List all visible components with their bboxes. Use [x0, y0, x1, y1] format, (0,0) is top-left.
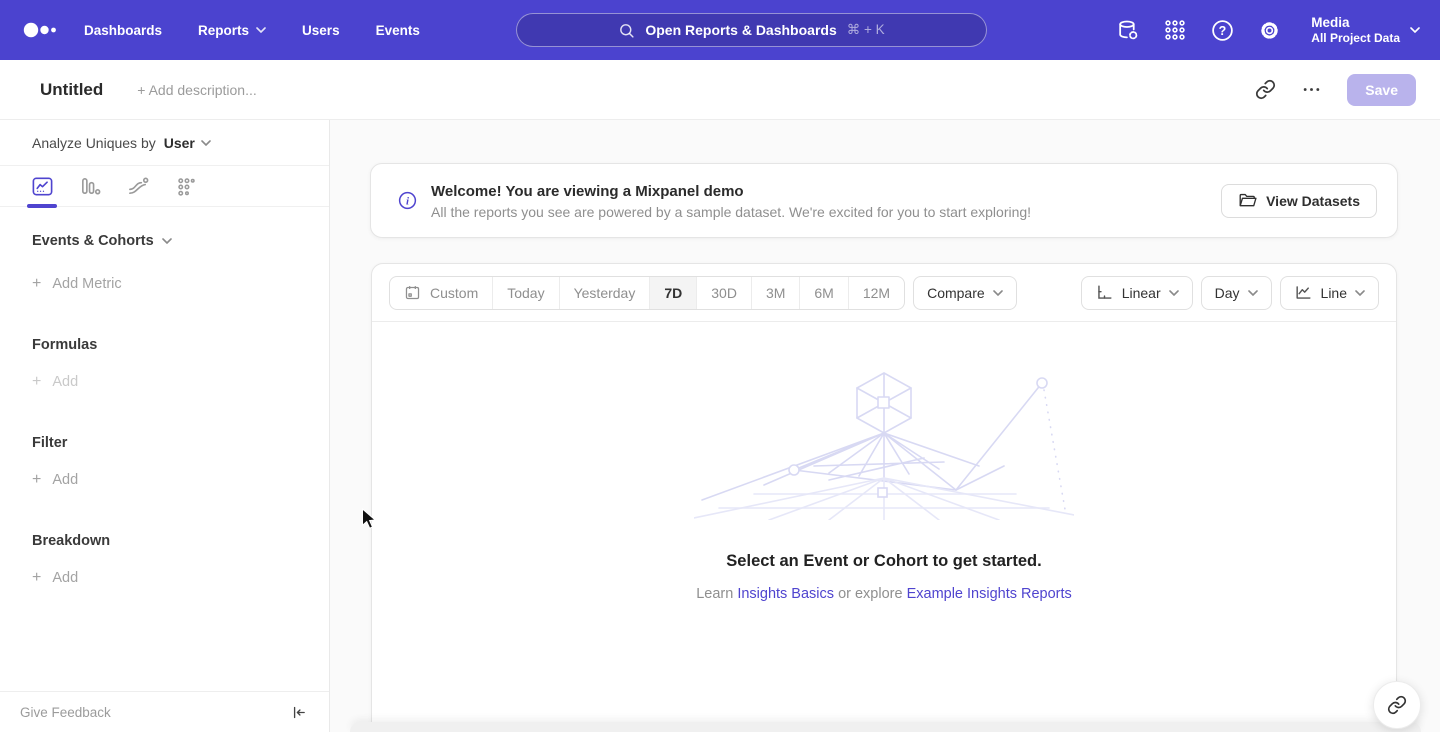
- chevron-down-icon: [1355, 290, 1365, 296]
- query-sidebar: Analyze Uniques by User: [0, 120, 330, 732]
- range-yesterday[interactable]: Yesterday: [559, 277, 650, 309]
- demo-banner: i Welcome! You are viewing a Mixpanel de…: [370, 163, 1398, 238]
- chart-type-dropdown[interactable]: Line: [1280, 276, 1379, 310]
- add-breakdown-button[interactable]: + Add: [32, 569, 329, 587]
- project-scope: All Project Data: [1311, 31, 1400, 46]
- empty-state: Select an Event or Cohort to get started…: [372, 370, 1396, 602]
- copy-link-icon[interactable]: [1255, 79, 1276, 100]
- chevron-down-icon: [1169, 290, 1179, 296]
- svg-text:?: ?: [1218, 23, 1226, 37]
- report-header-actions: Save: [1255, 74, 1416, 106]
- tab-bar-chart-icon[interactable]: [78, 174, 102, 198]
- analyze-value-dropdown[interactable]: User: [164, 135, 211, 151]
- help-icon[interactable]: ?: [1209, 17, 1235, 43]
- analyze-label: Analyze Uniques by: [32, 135, 156, 151]
- range-30d[interactable]: 30D: [696, 277, 751, 309]
- banner-subtitle: All the reports you see are powered by a…: [431, 204, 1031, 220]
- nav-events[interactable]: Events: [376, 23, 420, 38]
- open-folder-icon: [1238, 191, 1257, 210]
- range-7d[interactable]: 7D: [649, 277, 696, 309]
- range-3m[interactable]: 3M: [751, 277, 799, 309]
- info-icon: i: [397, 190, 418, 211]
- more-menu-icon[interactable]: [1302, 80, 1321, 99]
- sidebar-footer: Give Feedback: [0, 691, 329, 732]
- range-custom[interactable]: Custom: [390, 277, 492, 309]
- filter-heading: Filter: [32, 435, 329, 451]
- chevron-down-icon: [1248, 290, 1258, 296]
- sidebar-sections: Events & Cohorts + Add Metric Formulas +…: [0, 233, 329, 587]
- top-nav: Dashboards Reports Users Events Open Rep…: [0, 0, 1440, 60]
- banner-title: Welcome! You are viewing a Mixpanel demo: [431, 181, 1031, 202]
- report-card: Custom Today Yesterday 7D 30D 3M 6M 12M …: [371, 263, 1397, 732]
- nav-reports[interactable]: Reports: [198, 23, 266, 38]
- project-selector[interactable]: Media All Project Data: [1311, 15, 1420, 46]
- compare-dropdown[interactable]: Compare: [913, 276, 1017, 310]
- events-cohorts-heading[interactable]: Events & Cohorts: [32, 233, 329, 249]
- nav-dashboards[interactable]: Dashboards: [84, 23, 162, 38]
- add-metric-button[interactable]: + Add Metric: [32, 275, 329, 293]
- range-6m[interactable]: 6M: [799, 277, 847, 309]
- give-feedback-link[interactable]: Give Feedback: [20, 705, 111, 720]
- example-reports-link[interactable]: Example Insights Reports: [907, 586, 1072, 602]
- range-today[interactable]: Today: [492, 277, 558, 309]
- search-shortcut: ⌘ + K: [847, 22, 885, 38]
- linear-axes-icon: [1095, 283, 1114, 302]
- interval-dropdown[interactable]: Day: [1201, 276, 1272, 310]
- tab-retention-grid-icon[interactable]: [174, 174, 198, 198]
- link-icon: [1387, 695, 1407, 715]
- plus-icon: +: [32, 471, 41, 489]
- plus-icon: +: [32, 569, 41, 587]
- range-12m[interactable]: 12M: [848, 277, 904, 309]
- date-range-segmented-control: Custom Today Yesterday 7D 30D 3M 6M 12M: [389, 276, 905, 310]
- tab-flow-icon[interactable]: [126, 174, 150, 198]
- data-management-icon[interactable]: [1115, 17, 1141, 43]
- add-filter-button[interactable]: + Add: [32, 471, 329, 489]
- scale-dropdown[interactable]: Linear: [1081, 276, 1193, 310]
- apps-grid-icon[interactable]: [1162, 17, 1188, 43]
- collapse-sidebar-icon[interactable]: [290, 704, 307, 721]
- empty-state-illustration: [694, 370, 1074, 520]
- formulas-heading: Formulas: [32, 337, 329, 353]
- settings-gear-icon[interactable]: [1256, 17, 1282, 43]
- main-content: i Welcome! You are viewing a Mixpanel de…: [330, 120, 1440, 732]
- empty-state-subtitle: Learn Insights Basics or explore Example…: [372, 586, 1396, 602]
- top-nav-right: ? Media All Project Data: [1115, 15, 1420, 46]
- mixpanel-logo-icon[interactable]: [22, 20, 60, 40]
- chevron-down-icon: [993, 290, 1003, 296]
- breakdown-heading: Breakdown: [32, 533, 329, 549]
- project-name: Media: [1311, 15, 1400, 31]
- chart-type-tabs: [0, 166, 329, 207]
- description-placeholder[interactable]: + Add description...: [137, 82, 256, 98]
- save-button[interactable]: Save: [1347, 74, 1416, 106]
- nav-users[interactable]: Users: [302, 23, 340, 38]
- report-header: Untitled + Add description... Save: [0, 60, 1440, 120]
- analyze-row: Analyze Uniques by User: [0, 120, 329, 166]
- plus-icon: +: [32, 275, 41, 293]
- chevron-down-icon: [162, 238, 172, 244]
- report-title[interactable]: Untitled: [40, 80, 103, 100]
- line-chart-icon: [1294, 283, 1313, 302]
- view-datasets-button[interactable]: View Datasets: [1221, 184, 1377, 218]
- calendar-icon: [404, 284, 421, 301]
- chevron-down-icon: [201, 140, 211, 146]
- chevron-down-icon: [1410, 27, 1420, 33]
- plus-icon: +: [32, 373, 41, 391]
- svg-text:i: i: [406, 195, 409, 207]
- chevron-down-icon: [256, 27, 266, 33]
- primary-nav: Dashboards Reports Users Events: [84, 23, 420, 38]
- search-placeholder: Open Reports & Dashboards: [645, 22, 836, 38]
- add-formula-button[interactable]: + Add: [32, 373, 329, 391]
- search-icon: [618, 22, 635, 39]
- tab-insights-line-icon[interactable]: [30, 174, 54, 198]
- chart-controls: Custom Today Yesterday 7D 30D 3M 6M 12M …: [372, 264, 1396, 322]
- floating-share-button[interactable]: [1373, 681, 1421, 729]
- insights-basics-link[interactable]: Insights Basics: [737, 586, 834, 602]
- bottom-panel-handle[interactable]: [350, 722, 1421, 732]
- global-search-input[interactable]: Open Reports & Dashboards ⌘ + K: [516, 13, 987, 47]
- selected-tab-indicator: [27, 204, 57, 208]
- empty-state-title: Select an Event or Cohort to get started…: [372, 552, 1396, 571]
